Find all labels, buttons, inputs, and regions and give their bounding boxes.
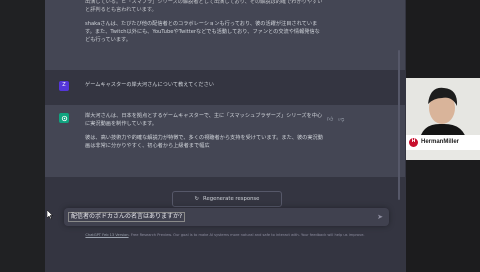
- user-message: Z ゲームキャスターの岸大河さんについて教えてください: [45, 70, 405, 105]
- send-icon[interactable]: ➤: [377, 212, 383, 223]
- chat-input[interactable]: 配信者のポドカさんの名言はありますか? ➤: [64, 208, 389, 226]
- chatgpt-logo-icon: [59, 113, 69, 123]
- feedback-buttons: 👍︎ 👎︎: [327, 115, 344, 124]
- regenerate-button[interactable]: ↻ Regenerate response: [172, 191, 282, 207]
- chat-main: 出演している。ヒ「スマブラ」シリーズの解説者として出演しており、その解説は的確で…: [45, 0, 405, 272]
- assistant-message-previous: 出演している。ヒ「スマブラ」シリーズの解説者として出演しており、その解説は的確で…: [45, 0, 405, 70]
- regenerate-label: Regenerate response: [203, 195, 260, 202]
- thumbs-up-icon[interactable]: 👍︎: [327, 115, 333, 124]
- user-avatar: Z: [59, 81, 69, 91]
- assistant-message: 岸大河さんは、日本を拠点とするゲームキャスターで、主に「スマッシュブラザーズ」シ…: [45, 105, 405, 177]
- footer-text: . Free Research Preview. Our goal is to …: [128, 233, 365, 237]
- sponsor-name: HermanMiller: [421, 138, 460, 145]
- message-text: shakaさんは、たびたび他の配信者とのコラボレーションも行っており、彼の活躍が…: [85, 21, 320, 44]
- stream-side-panel: H HermanMiller: [406, 0, 480, 272]
- message-text: 出演している。ヒ「スマブラ」シリーズの解説者として出演しており、その解説は的確で…: [85, 0, 323, 14]
- message-text: 岸大河さんは、日本を拠点とするゲームキャスターで、主に「スマッシュブラザーズ」シ…: [85, 113, 323, 128]
- hermanmiller-logo-icon: H: [409, 138, 418, 147]
- sidebar: [0, 0, 45, 272]
- footer: ChatGPT Feb 13 Version. Free Research Pr…: [45, 233, 405, 239]
- sponsor-banner: H HermanMiller: [406, 135, 480, 150]
- version-link[interactable]: ChatGPT Feb 13 Version: [85, 233, 128, 237]
- chat-input-text[interactable]: 配信者のポドカさんの名言はありますか?: [68, 212, 186, 222]
- message-text: ゲームキャスターの岸大河さんについて教えてください: [85, 82, 214, 88]
- scrollbar[interactable]: [398, 50, 400, 200]
- refresh-icon: ↻: [194, 195, 199, 202]
- message-text: 彼は、高い技術力や的確な解説力が特徴で、多くの視聴者から支持を受けています。また…: [85, 135, 323, 150]
- mouse-cursor-icon: [47, 210, 53, 219]
- thumbs-down-icon[interactable]: 👎︎: [338, 115, 344, 124]
